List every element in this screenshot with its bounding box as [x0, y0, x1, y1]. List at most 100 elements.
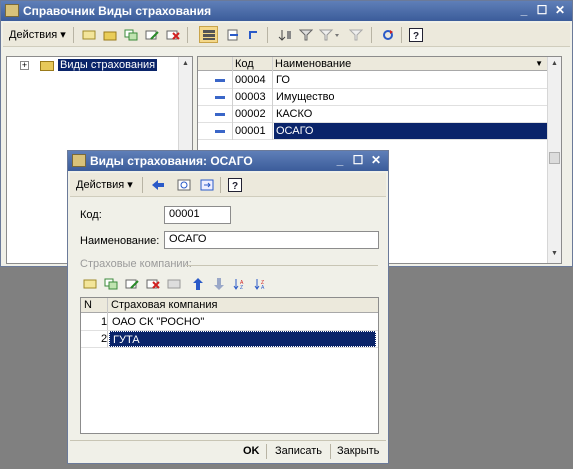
add-icon[interactable] — [79, 26, 98, 43]
delete-row-icon[interactable] — [143, 275, 162, 292]
toolbar-separator — [267, 27, 268, 43]
dialog-button-bar: OK Записать Закрыть — [70, 440, 386, 462]
column-divider — [232, 57, 233, 140]
toolbar-separator — [371, 27, 372, 43]
list-scrollbar[interactable]: ▲ ▼ — [547, 57, 561, 263]
maximize-icon[interactable]: ☐ — [534, 3, 550, 18]
edit-icon[interactable] — [142, 26, 161, 43]
row-code: 00003 — [235, 91, 266, 103]
row-code: 00002 — [235, 108, 266, 120]
toolbar-separator — [142, 177, 143, 193]
companies-table: N Страховая компания 1 ОАО СК "РОСНО" 2 … — [80, 297, 379, 434]
table-row[interactable]: 1 ОАО СК "РОСНО" — [81, 314, 378, 331]
close-button[interactable]: Закрыть — [337, 445, 379, 457]
dialog-title-bar[interactable]: Виды страхования: ОСАГО _ ☐ ✕ — [68, 151, 388, 171]
element-marker-icon — [215, 96, 225, 99]
filter-icon[interactable] — [296, 26, 315, 43]
help-icon[interactable]: ? — [406, 26, 425, 43]
column-header-name[interactable]: Наименование — [275, 58, 351, 70]
copy-icon[interactable] — [121, 26, 140, 43]
actions-menu-label: Действия — [9, 29, 58, 41]
svg-text:?: ? — [413, 31, 419, 42]
main-title-bar[interactable]: Справочник Виды страхования _ ☐ ✕ — [1, 1, 572, 21]
help-icon[interactable]: ? — [225, 176, 244, 193]
main-toolbar: Действия ▾ ? — [3, 23, 570, 47]
element-marker-icon — [215, 79, 225, 82]
row-number: 2 — [101, 333, 108, 345]
minimize-icon[interactable]: _ — [516, 3, 532, 18]
table-row[interactable]: 00004 ГО — [198, 72, 547, 89]
code-label: Код: — [80, 209, 102, 221]
clear-filter-icon[interactable] — [346, 26, 365, 43]
sort-descending-icon[interactable]: ZA — [251, 275, 270, 292]
close-icon[interactable]: ✕ — [368, 153, 384, 168]
toolbar-separator — [401, 27, 402, 43]
list-header: Код Наименование ▼ — [198, 57, 547, 71]
hierarchy-view-icon[interactable] — [199, 26, 218, 43]
column-header-n[interactable]: N — [84, 299, 92, 311]
move-down-icon[interactable] — [209, 275, 228, 292]
ok-button[interactable]: OK — [243, 445, 260, 457]
copy-row-icon[interactable] — [101, 275, 120, 292]
expand-icon[interactable]: + — [20, 61, 29, 70]
row-name: Имущество — [276, 91, 335, 103]
change-history-icon[interactable] — [174, 176, 193, 193]
table-row[interactable]: 00001 ОСАГО — [198, 123, 547, 140]
column-header-company[interactable]: Страховая компания — [111, 299, 217, 311]
companies-header: N Страховая компания — [81, 298, 378, 313]
row-name: КАСКО — [276, 108, 313, 120]
code-field[interactable]: 00001 — [164, 206, 231, 224]
sort-icon[interactable] — [275, 26, 294, 43]
level-up-icon[interactable] — [244, 26, 263, 43]
end-edit-icon[interactable] — [164, 275, 183, 292]
edit-row-icon[interactable] — [122, 275, 141, 292]
move-up-icon[interactable] — [188, 275, 207, 292]
scroll-up-icon[interactable]: ▲ — [179, 57, 192, 70]
go-back-icon[interactable] — [148, 176, 167, 193]
sort-dropdown-icon[interactable]: ▼ — [535, 59, 543, 68]
companies-section-label: Страховые компании: — [80, 258, 192, 270]
add-row-icon[interactable] — [80, 275, 99, 292]
scroll-thumb[interactable] — [549, 152, 560, 164]
row-code: 00001 — [235, 125, 266, 137]
element-marker-icon — [215, 113, 225, 116]
tree-root-item[interactable]: Виды страхования — [58, 59, 158, 71]
table-row[interactable]: 2 ГУТА — [81, 331, 378, 348]
sort-ascending-icon[interactable]: AZ — [230, 275, 249, 292]
section-divider — [186, 265, 378, 266]
filter-dropdown-icon[interactable] — [317, 26, 343, 43]
main-window-title: Справочник Виды страхования — [23, 4, 212, 18]
table-row[interactable]: 00002 КАСКО — [198, 106, 547, 123]
reread-icon[interactable] — [197, 176, 216, 193]
scroll-down-icon[interactable]: ▼ — [548, 247, 561, 260]
svg-text:?: ? — [232, 181, 238, 192]
catalog-icon — [5, 4, 19, 17]
column-header-code[interactable]: Код — [235, 58, 254, 70]
name-field[interactable]: ОСАГО — [164, 231, 379, 249]
minimize-icon[interactable]: _ — [332, 153, 348, 168]
table-row[interactable]: 00003 Имущество — [198, 89, 547, 106]
button-divider — [266, 444, 267, 459]
name-label: Наименование: — [80, 235, 160, 247]
refresh-icon[interactable] — [378, 26, 397, 43]
dialog-title: Виды страхования: ОСАГО — [90, 154, 253, 168]
actions-menu-button[interactable]: Действия ▾ — [76, 178, 133, 191]
close-icon[interactable]: ✕ — [552, 3, 568, 18]
add-group-icon[interactable] — [100, 26, 119, 43]
row-number: 1 — [101, 316, 108, 328]
maximize-icon[interactable]: ☐ — [350, 153, 366, 168]
row-company: ГУТА — [109, 331, 376, 347]
button-divider — [330, 444, 331, 459]
catalog-icon — [72, 154, 86, 167]
row-name: ОСАГО — [274, 123, 547, 139]
scroll-up-icon[interactable]: ▲ — [548, 57, 561, 70]
actions-menu-button[interactable]: Действия ▾ — [9, 28, 66, 41]
save-button[interactable]: Записать — [275, 445, 322, 457]
move-to-group-icon[interactable] — [223, 26, 242, 43]
element-marker-icon — [215, 130, 225, 133]
svg-text:A: A — [261, 285, 265, 290]
toolbar-separator — [187, 27, 188, 43]
delete-icon[interactable] — [163, 26, 182, 43]
toolbar-separator — [73, 27, 74, 43]
row-name: ГО — [276, 74, 290, 86]
